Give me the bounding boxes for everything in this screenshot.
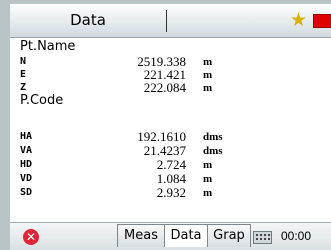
keyboard-icon[interactable] (253, 231, 272, 244)
meas-value: 2.932 (156, 185, 186, 200)
meas-row-hd: HD 2.724 m (10, 158, 331, 172)
meas-unit: m (203, 159, 213, 171)
title-divider (166, 10, 167, 32)
meas-value: 2.724 (156, 157, 186, 172)
coord-label: N (20, 56, 27, 67)
device-screen: Data ★ Pt.Name N 2519.338 m E 221.421 m … (10, 4, 331, 250)
coord-value: 222.084 (143, 80, 186, 95)
pt-name-label: Pt.Name (20, 39, 76, 54)
tab-data[interactable]: Data (164, 224, 208, 247)
tab-meas[interactable]: Meas (117, 224, 165, 247)
data-panel: Pt.Name N 2519.338 m E 221.421 m Z 222.0… (10, 38, 331, 222)
p-code-label: P.Code (20, 93, 64, 108)
star-icon[interactable]: ★ (290, 9, 307, 31)
tab-grap[interactable]: Grap (207, 224, 251, 247)
meas-row-va: VA 21.4237 dms (10, 144, 331, 158)
meas-label: VA (20, 145, 33, 156)
coord-unit: m (203, 56, 213, 68)
meas-unit: dms (203, 131, 223, 143)
close-icon[interactable]: ✕ (23, 229, 39, 245)
coord-unit: m (203, 82, 213, 94)
meas-unit: m (203, 187, 213, 199)
meas-label: VD (20, 173, 33, 184)
bottom-bar: ✕ Meas Data Grap 00:00 (10, 222, 331, 250)
meas-unit: dms (203, 145, 223, 157)
meas-label: HA (20, 131, 33, 142)
coord-unit: m (203, 69, 213, 81)
meas-label: HD (20, 159, 33, 170)
meas-value: 1.084 (156, 171, 186, 186)
page-title: Data (70, 11, 106, 29)
meas-row-ha: HA 192.1610 dms (10, 130, 331, 144)
title-bar: Data ★ (10, 4, 331, 38)
meas-value: 192.1610 (137, 129, 186, 144)
meas-row-vd: VD 1.084 m (10, 172, 331, 186)
battery-icon (313, 14, 331, 28)
clock-time: 00:00 (281, 229, 312, 243)
meas-row-sd: SD 2.932 m (10, 186, 331, 200)
meas-label: SD (20, 187, 33, 198)
meas-value: 21.4237 (143, 143, 186, 158)
coord-label: E (20, 69, 27, 80)
meas-unit: m (203, 173, 213, 185)
